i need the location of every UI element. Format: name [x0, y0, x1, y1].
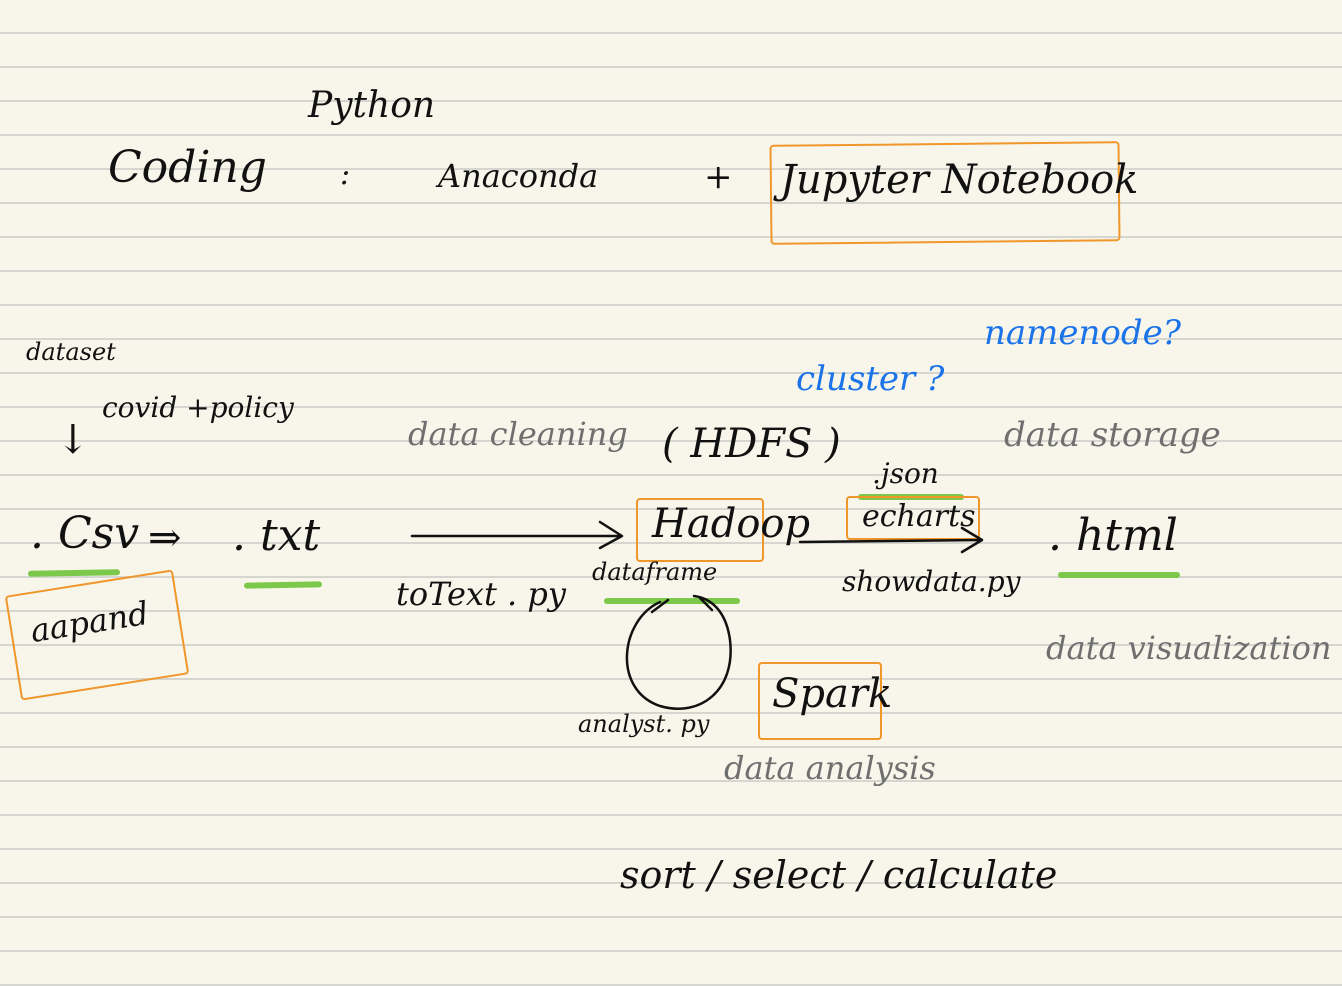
loop-arrowhead [650, 596, 714, 614]
analyse-loop [625, 594, 732, 710]
sketch-strokes [410, 520, 984, 710]
arrow-to-html [798, 526, 984, 554]
arrow-to-hadoop [410, 520, 624, 550]
